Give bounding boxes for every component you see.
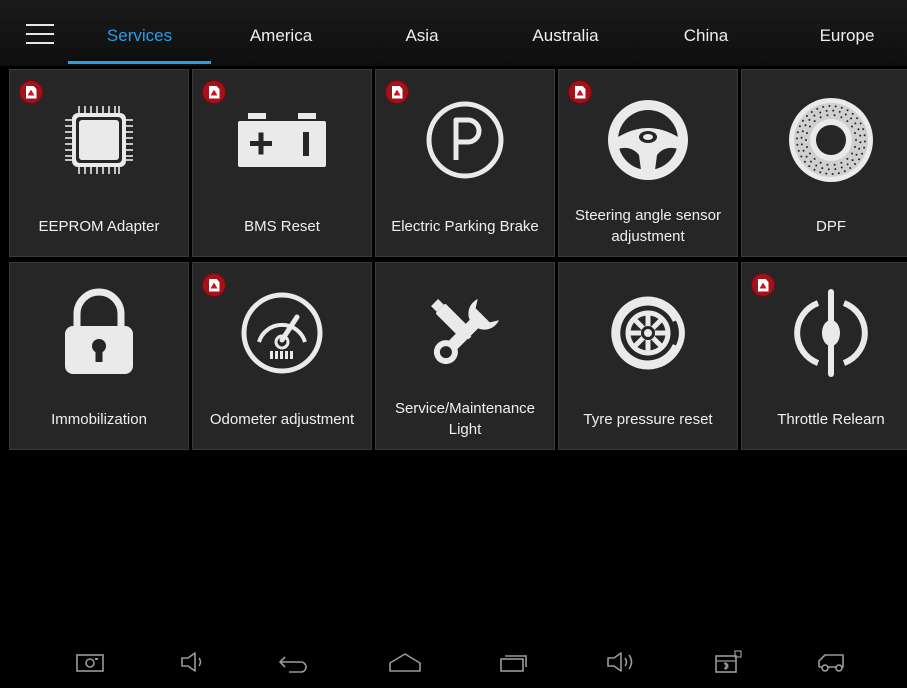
tab-china[interactable]: China bbox=[656, 18, 756, 58]
volume-up-icon[interactable] bbox=[598, 644, 642, 680]
service-label: Throttle Relearn bbox=[777, 410, 885, 428]
service-label: Odometer adjustment bbox=[209, 410, 355, 428]
volume-down-icon[interactable] bbox=[170, 644, 214, 680]
service-tile-throttle-relearn[interactable]: Throttle Relearn bbox=[741, 262, 907, 450]
service-grid: EEPROM Adapter BMS Reset Electric Parkin… bbox=[9, 69, 907, 450]
battery-icon bbox=[238, 113, 326, 167]
screenshot-icon[interactable] bbox=[68, 644, 112, 680]
recent-apps-icon[interactable] bbox=[491, 644, 535, 680]
tab-australia[interactable]: Australia bbox=[508, 18, 623, 58]
service-tile-dpf[interactable]: DPF bbox=[741, 69, 907, 257]
service-label: DPF bbox=[816, 217, 846, 235]
service-tile-electric-parking-brake[interactable]: Electric Parking Brake bbox=[375, 69, 555, 257]
service-tile-bms-reset[interactable]: BMS Reset bbox=[192, 69, 372, 257]
padlock-icon bbox=[65, 288, 133, 374]
service-label: EEPROM Adapter bbox=[38, 217, 160, 235]
service-tile-steering-angle-sensor[interactable]: Steering angle sensor adjustment bbox=[558, 69, 738, 257]
tab-america[interactable]: America bbox=[225, 18, 337, 58]
chip-icon bbox=[65, 106, 133, 174]
parking-brake-icon bbox=[426, 101, 504, 179]
steering-wheel-icon bbox=[608, 100, 688, 180]
service-label: BMS Reset bbox=[244, 217, 320, 235]
odometer-icon bbox=[241, 292, 323, 374]
service-label: Tyre pressure reset bbox=[583, 410, 713, 428]
service-tile-eeprom-adapter[interactable]: EEPROM Adapter bbox=[9, 69, 189, 257]
service-tile-service-maintenance-light[interactable]: Service/Maintenance Light bbox=[375, 262, 555, 450]
system-navigation-bar bbox=[0, 636, 907, 688]
tab-asia[interactable]: Asia bbox=[372, 18, 472, 58]
back-icon[interactable] bbox=[272, 644, 316, 680]
dpf-filter-icon bbox=[789, 98, 873, 182]
hamburger-menu-icon[interactable] bbox=[26, 24, 54, 44]
tab-europe[interactable]: Europe bbox=[792, 18, 902, 58]
throttle-icon bbox=[794, 289, 868, 377]
tab-services[interactable]: Services bbox=[68, 18, 211, 58]
active-tab-indicator bbox=[68, 61, 211, 64]
home-icon[interactable] bbox=[383, 644, 427, 680]
service-label: Immobilization bbox=[51, 410, 147, 428]
service-label: Electric Parking Brake bbox=[391, 217, 539, 235]
service-label: Steering angle sensor adjustment bbox=[575, 207, 721, 245]
service-tile-odometer-adjustment[interactable]: Odometer adjustment bbox=[192, 262, 372, 450]
top-tab-bar: Services America Asia Australia China Eu… bbox=[0, 0, 907, 66]
service-label: Service/Maintenance Light bbox=[394, 400, 536, 438]
tyre-icon bbox=[611, 296, 685, 370]
service-tile-tyre-pressure-reset[interactable]: Tyre pressure reset bbox=[558, 262, 738, 450]
car-icon[interactable] bbox=[810, 644, 854, 680]
wrench-screwdriver-icon bbox=[431, 299, 499, 365]
service-tile-immobilization[interactable]: Immobilization bbox=[9, 262, 189, 450]
vci-connection-icon[interactable] bbox=[706, 644, 750, 680]
